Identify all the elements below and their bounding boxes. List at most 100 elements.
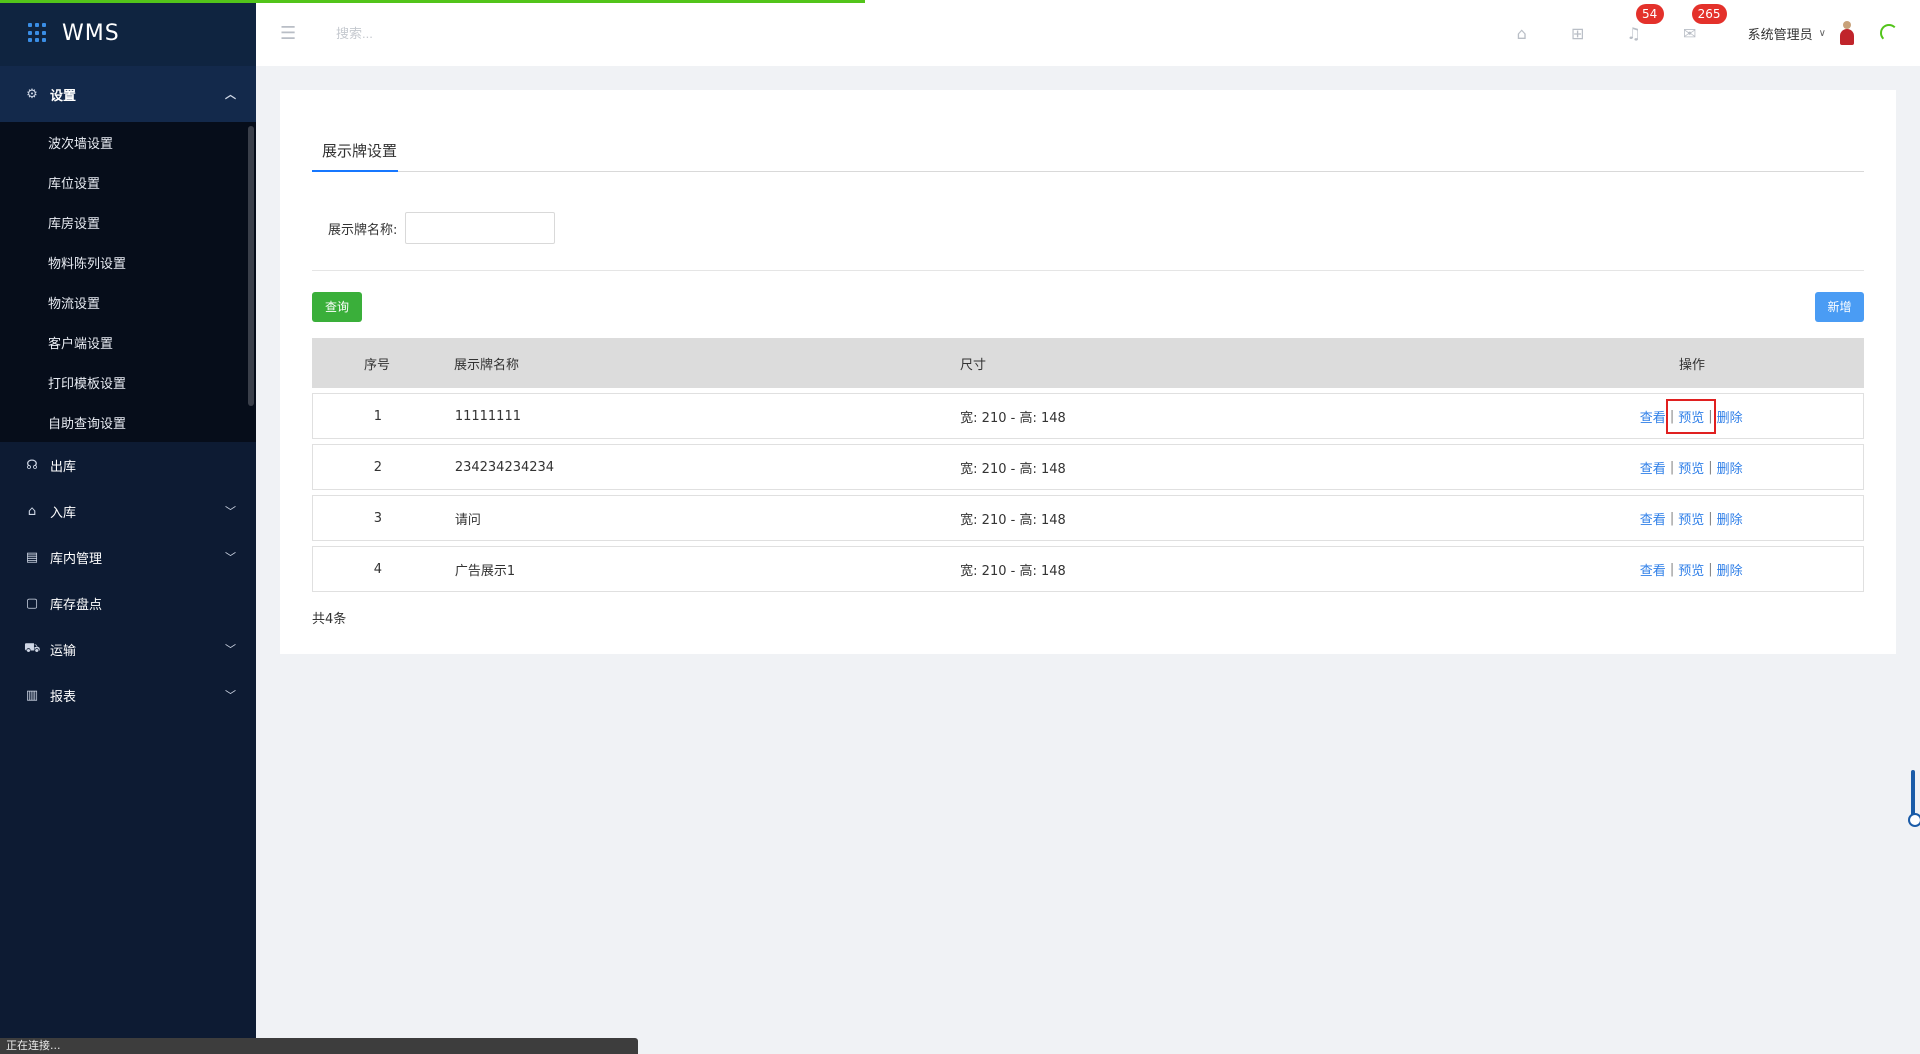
sidebar: WMS ⚙ 设置 ︿ 波次墙设置 库位设置 库房设置 物料陈列设置 物流设置 客… <box>0 0 256 1054</box>
query-button[interactable]: 查询 <box>312 292 362 322</box>
row-name: 11111111 <box>454 408 521 424</box>
table-row: 1 11111111 宽: 210 - 高: 148 查看 | 预览 | 删除 <box>312 393 1864 439</box>
tab-bar: 展示牌设置 <box>312 140 1864 172</box>
view-link[interactable]: 查看 <box>1636 509 1670 528</box>
sidebar-item-label: 入库 <box>50 505 77 521</box>
sidebar-item-label: 波次墙设置 <box>48 136 114 152</box>
sidebar-item-label: 报表 <box>50 689 77 705</box>
row-size: 宽: 210 - 高: 148 <box>960 410 1066 426</box>
browser-status-bar: 正在连接... <box>0 1038 638 1054</box>
sidebar-item-label: 库房设置 <box>48 216 101 232</box>
submenu-scrollbar[interactable] <box>248 126 254 406</box>
delete-link[interactable]: 删除 <box>1713 560 1747 579</box>
sidebar-section-settings[interactable]: ⚙ 设置 ︿ <box>0 66 256 122</box>
row-size: 宽: 210 - 高: 148 <box>960 461 1066 477</box>
document-icon: ▢ <box>25 595 39 611</box>
apps-grid-icon <box>28 23 48 43</box>
headset-icon: ☊ <box>26 457 38 473</box>
display-board-name-label: 展示牌名称: <box>328 222 398 238</box>
row-name: 234234234234 <box>454 459 555 475</box>
view-link[interactable]: 查看 <box>1636 458 1670 477</box>
sidebar-section-label: 设置 <box>50 88 77 104</box>
menu-toggle-icon[interactable]: ☰ <box>280 23 298 44</box>
message-badge: 265 <box>1691 3 1727 24</box>
avatar[interactable] <box>1840 21 1854 45</box>
sidebar-item-label: 运输 <box>50 643 77 659</box>
table-row: 4 广告展示1 宽: 210 - 高: 148 查看 | 预览 | 删除 <box>312 546 1864 592</box>
view-link[interactable]: 查看 <box>1636 560 1670 579</box>
sidebar-item-label: 自助查询设置 <box>48 416 127 432</box>
brand[interactable]: WMS <box>0 0 256 66</box>
notification-badge: 54 <box>1635 3 1664 24</box>
box-icon: ▤ <box>25 549 39 565</box>
row-name: 请问 <box>454 512 481 528</box>
gear-icon: ⚙ <box>26 86 38 102</box>
preview-link[interactable]: 预览 <box>1674 509 1708 528</box>
sidebar-item-logistics[interactable]: 物流设置 <box>0 282 256 322</box>
row-size: 宽: 210 - 高: 148 <box>960 563 1066 579</box>
header-actions: ⌂ ⊞ ♫ 54 ✉ 265 系统管理员 ∨ <box>1494 0 1920 66</box>
sidebar-item-client[interactable]: 客户端设置 <box>0 322 256 362</box>
view-link[interactable]: 查看 <box>1636 407 1670 426</box>
column-header-index: 序号 <box>363 357 390 373</box>
side-drag-handle[interactable] <box>1908 770 1920 827</box>
sidebar-item-label: 客户端设置 <box>48 336 114 352</box>
row-index: 3 <box>373 510 383 526</box>
tab-display-board-settings[interactable]: 展示牌设置 <box>312 140 398 172</box>
display-board-table: 序号 展示牌名称 尺寸 操作 1 11111111 宽: 210 - 高: 14… <box>312 338 1864 592</box>
row-size: 宽: 210 - 高: 148 <box>960 512 1066 528</box>
sidebar-item-label: 库位设置 <box>48 176 101 192</box>
sidebar-item-reports[interactable]: ▥ 报表 ﹀ <box>0 672 256 718</box>
sidebar-item-label: 物料陈列设置 <box>48 256 127 272</box>
sidebar-item-print-template[interactable]: 打印模板设置 <box>0 362 256 402</box>
sidebar-item-transport[interactable]: ⛟ 运输 ﹀ <box>0 626 256 672</box>
app-title: WMS <box>62 20 120 46</box>
chevron-up-icon: ︿ <box>225 88 236 101</box>
apps-icon[interactable]: ⊞ <box>1550 24 1606 43</box>
sidebar-item-inventory-count[interactable]: ▢ 库存盘点 <box>0 580 256 626</box>
filter-form: 展示牌名称: <box>328 212 556 244</box>
add-button[interactable]: 新增 <box>1815 292 1864 322</box>
table-row: 2 234234234234 宽: 210 - 高: 148 查看 | 预览 |… <box>312 444 1864 490</box>
page-loading-bar <box>0 0 865 3</box>
table-header: 序号 展示牌名称 尺寸 操作 <box>312 338 1864 388</box>
search-input[interactable] <box>336 25 636 41</box>
preview-link[interactable]: 预览 <box>1666 398 1717 434</box>
display-board-name-input[interactable] <box>405 212 556 244</box>
bar-chart-icon: ▥ <box>25 687 39 703</box>
message-icon[interactable]: ✉ 265 <box>1662 3 1727 43</box>
sidebar-item-inbound[interactable]: ⌂ 入库 ﹀ <box>0 488 256 534</box>
sidebar-item-label: 库内管理 <box>50 551 103 567</box>
user-menu[interactable]: 系统管理员 ∨ <box>1748 21 1854 45</box>
settings-submenu: 波次墙设置 库位设置 库房设置 物料陈列设置 物流设置 客户端设置 打印模板设置… <box>0 122 256 442</box>
row-index: 2 <box>373 459 383 475</box>
sidebar-item-wave-wall[interactable]: 波次墙设置 <box>0 122 256 162</box>
row-index: 1 <box>373 408 383 424</box>
sidebar-item-self-query[interactable]: 自助查询设置 <box>0 402 256 442</box>
delete-link[interactable]: 删除 <box>1713 509 1747 528</box>
table-row: 3 请问 宽: 210 - 高: 148 查看 | 预览 | 删除 <box>312 495 1864 541</box>
preview-link[interactable]: 预览 <box>1674 458 1708 477</box>
sidebar-item-outbound[interactable]: ☊ 出库 <box>0 442 256 488</box>
row-index: 4 <box>373 561 383 577</box>
chevron-down-icon: ﹀ <box>225 643 236 656</box>
column-header-actions: 操作 <box>1678 357 1705 373</box>
sidebar-item-in-warehouse[interactable]: ▤ 库内管理 ﹀ <box>0 534 256 580</box>
delete-link[interactable]: 删除 <box>1713 407 1747 426</box>
chevron-down-icon: ﹀ <box>225 551 236 564</box>
truck-icon: ⛟ <box>24 640 41 656</box>
sidebar-item-warehouse[interactable]: 库房设置 <box>0 202 256 242</box>
preview-link[interactable]: 预览 <box>1674 560 1708 579</box>
sidebar-item-material-display[interactable]: 物料陈列设置 <box>0 242 256 282</box>
total-count: 共4条 <box>312 612 347 627</box>
sidebar-item-label: 物流设置 <box>48 296 101 312</box>
bell-icon[interactable]: ♫ 54 <box>1606 3 1664 43</box>
chevron-down-icon: ﹀ <box>225 505 236 518</box>
home-icon[interactable]: ⌂ <box>1494 24 1550 43</box>
user-name: 系统管理员 <box>1747 27 1813 43</box>
row-name: 广告展示1 <box>454 563 516 579</box>
delete-link[interactable]: 删除 <box>1713 458 1747 477</box>
column-header-size: 尺寸 <box>960 357 987 373</box>
sidebar-item-location[interactable]: 库位设置 <box>0 162 256 202</box>
top-header: ☰ ⌂ ⊞ ♫ 54 ✉ 265 系统管理员 ∨ <box>256 0 1920 66</box>
